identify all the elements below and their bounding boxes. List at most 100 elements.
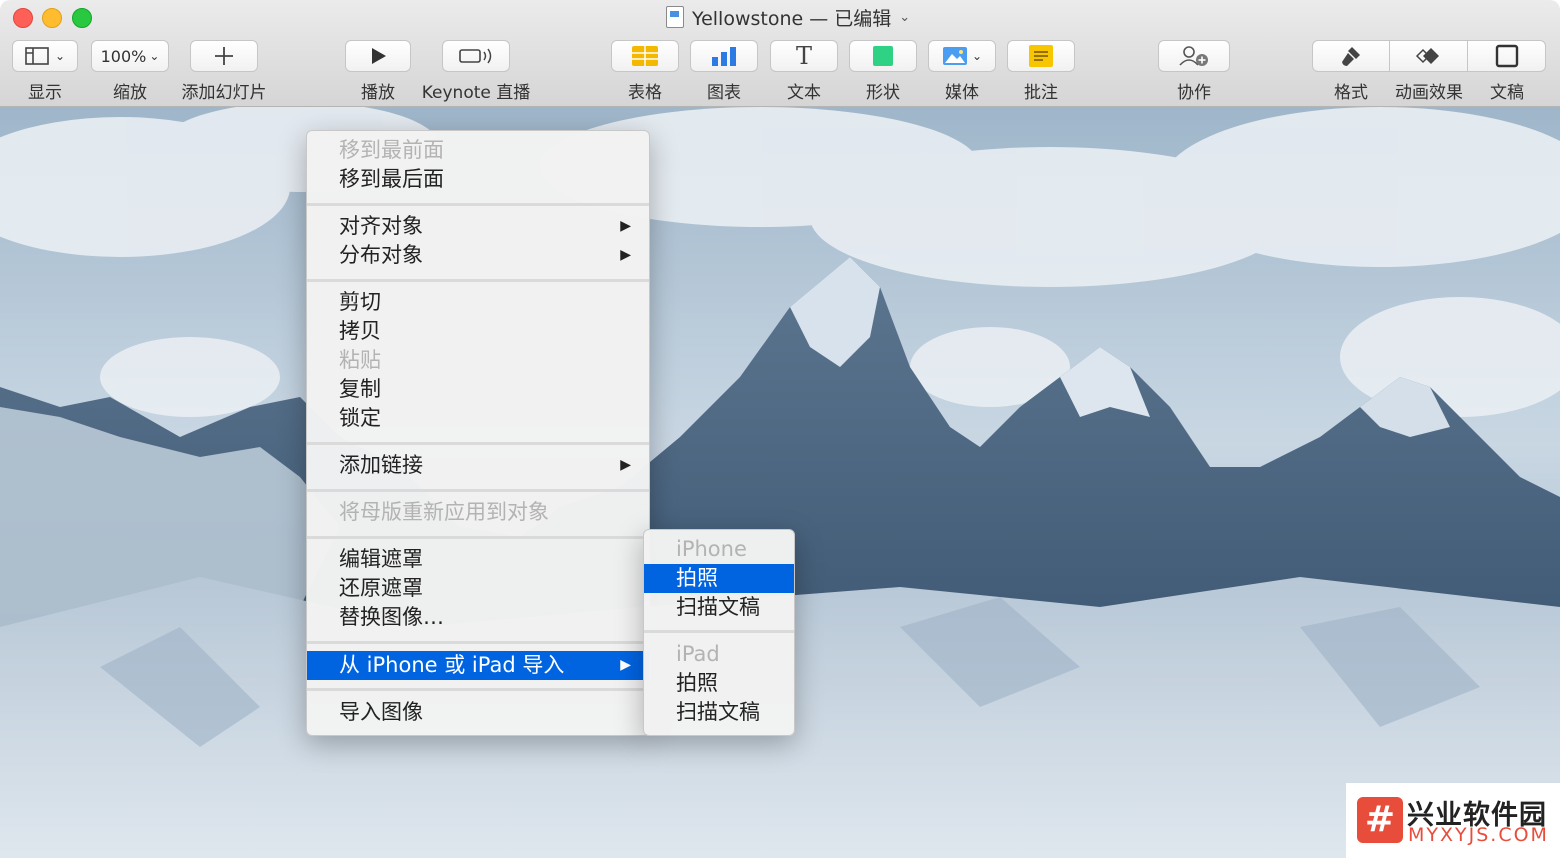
media-label: 媒体 — [945, 83, 979, 103]
menu-separator — [307, 688, 649, 691]
keynote-live-tool[interactable]: Keynote 直播 — [422, 40, 530, 103]
play-tool[interactable]: 播放 — [345, 40, 411, 103]
media-tool[interactable]: ⌄ 媒体 — [928, 40, 996, 103]
document-tool[interactable]: 文稿 — [1468, 40, 1546, 103]
comment-button[interactable] — [1007, 40, 1075, 72]
shape-button[interactable] — [849, 40, 917, 72]
menu-item-import-from-iphone-ipad[interactable]: 从 iPhone 或 iPad 导入 ▶ — [307, 651, 649, 680]
menu-item-add-link[interactable]: 添加链接 ▶ — [307, 451, 649, 480]
menu-separator — [644, 630, 794, 633]
menu-item-cut[interactable]: 剪切 — [307, 288, 649, 317]
submenu-arrow-icon: ▶ — [620, 457, 631, 473]
menu-item-copy[interactable]: 拷贝 — [307, 317, 649, 346]
menu-item-distribute-objects[interactable]: 分布对象 ▶ — [307, 241, 649, 270]
text-t-icon: T — [795, 42, 812, 70]
text-button[interactable]: T — [770, 40, 838, 72]
menu-item-duplicate[interactable]: 复制 — [307, 375, 649, 404]
keynote-window: Yellowstone — 已编辑 ⌄ ⌄ 显示 100% ⌄ 缩放 添加幻灯片 — [0, 0, 1560, 858]
zoom-tool[interactable]: 100% ⌄ 缩放 — [91, 40, 169, 103]
text-label: 文本 — [787, 83, 821, 103]
photo-icon — [942, 47, 967, 65]
document-button[interactable] — [1468, 40, 1546, 72]
media-button[interactable]: ⌄ — [928, 40, 996, 72]
menu-item-replace-image[interactable]: 替换图像… — [307, 603, 649, 632]
play-button[interactable] — [345, 40, 411, 72]
chevron-down-icon: ⌄ — [54, 49, 66, 63]
collaborate-tool[interactable]: 协作 — [1158, 40, 1230, 103]
plus-icon — [215, 47, 233, 65]
bar-chart-icon — [712, 47, 736, 66]
table-icon — [632, 46, 658, 66]
text-tool[interactable]: T 文本 — [770, 40, 838, 103]
close-window-button[interactable] — [13, 8, 33, 28]
format-button[interactable] — [1312, 40, 1390, 72]
submenu-item-ipad-scan-documents[interactable]: 扫描文稿 — [644, 698, 794, 727]
window-title-text: Yellowstone — 已编辑 — [692, 7, 892, 30]
chart-tool[interactable]: 图表 — [690, 40, 758, 103]
keynote-live-button[interactable] — [442, 40, 510, 72]
menu-item-paste: 粘贴 — [339, 348, 381, 372]
menu-item-lock[interactable]: 锁定 — [307, 404, 649, 433]
view-tool[interactable]: ⌄ 显示 — [12, 40, 78, 103]
submenu-arrow-icon: ▶ — [620, 218, 631, 234]
submenu-item-ipad-take-photo[interactable]: 拍照 — [644, 669, 794, 698]
watermark: # 兴业软件园 MYXYJS.COM — [1346, 783, 1560, 858]
window-title[interactable]: Yellowstone — 已编辑 ⌄ — [666, 5, 911, 30]
animate-tool[interactable]: 动画效果 — [1390, 40, 1468, 103]
submenu-item-iphone-scan-documents[interactable]: 扫描文稿 — [644, 593, 794, 622]
menu-separator — [307, 279, 649, 282]
add-slide-button[interactable] — [190, 40, 258, 72]
menu-item-import-image[interactable]: 导入图像 — [307, 698, 649, 727]
submenu-arrow-icon: ▶ — [620, 247, 631, 263]
submenu-arrow-icon: ▶ — [620, 657, 631, 673]
format-label: 格式 — [1334, 83, 1368, 103]
minimize-window-button[interactable] — [42, 8, 62, 28]
collaborate-button[interactable] — [1158, 40, 1230, 72]
paintbrush-icon — [1342, 47, 1360, 66]
view-button[interactable]: ⌄ — [12, 40, 78, 72]
menu-item-bring-to-front: 移到最前面 — [339, 138, 444, 162]
add-slide-tool[interactable]: 添加幻灯片 — [182, 40, 267, 103]
table-label: 表格 — [628, 83, 662, 103]
chevron-down-icon: ⌄ — [971, 49, 983, 63]
shape-square-icon — [873, 46, 893, 66]
chart-label: 图表 — [707, 83, 741, 103]
format-tool[interactable]: 格式 — [1312, 40, 1390, 103]
watermark-en-text: MYXYJS.COM — [1408, 824, 1549, 846]
chart-button[interactable] — [690, 40, 758, 72]
animate-diamond-icon — [1415, 48, 1439, 64]
submenu-header-ipad: iPad — [676, 642, 720, 666]
menu-item-send-to-back[interactable]: 移到最后面 — [307, 165, 649, 194]
context-menu: 移到最前面 移到最后面 对齐对象 ▶ 分布对象 ▶ 剪切 拷贝 粘贴 复制 锁定 添… — [306, 130, 650, 736]
import-device-submenu: iPhone 拍照 扫描文稿 iPad 拍照 扫描文稿 — [643, 529, 795, 736]
menu-item-align-objects[interactable]: 对齐对象 ▶ — [307, 212, 649, 241]
play-label: 播放 — [361, 83, 395, 103]
document-panel-icon — [1495, 44, 1518, 68]
table-tool[interactable]: 表格 — [611, 40, 679, 103]
mountain-photo — [0, 107, 1560, 858]
sidebar-layout-icon — [25, 47, 49, 65]
slide-image-mountains[interactable] — [0, 107, 1560, 858]
animate-button[interactable] — [1390, 40, 1468, 72]
shape-label: 形状 — [866, 83, 900, 103]
menu-item-reset-mask[interactable]: 还原遮罩 — [307, 574, 649, 603]
comment-label: 批注 — [1024, 83, 1058, 103]
collaborate-label: 协作 — [1177, 83, 1211, 103]
zoom-window-button[interactable] — [72, 8, 92, 28]
shape-tool[interactable]: 形状 — [849, 40, 917, 103]
menu-separator — [307, 442, 649, 445]
zoom-value: 100% — [100, 46, 147, 66]
menu-item-edit-mask[interactable]: 编辑遮罩 — [307, 545, 649, 574]
zoom-select[interactable]: 100% ⌄ — [91, 40, 169, 72]
table-button[interactable] — [611, 40, 679, 72]
comment-tool[interactable]: 批注 — [1007, 40, 1075, 103]
chevron-down-icon: ⌄ — [149, 49, 160, 63]
menu-separator — [307, 641, 649, 644]
comment-note-icon — [1029, 45, 1053, 67]
add-slide-label: 添加幻灯片 — [181, 83, 267, 103]
zoom-label: 缩放 — [113, 83, 147, 103]
submenu-item-iphone-take-photo[interactable]: 拍照 — [644, 564, 794, 593]
keynote-live-label: Keynote 直播 — [421, 83, 531, 103]
chevron-down-icon: ⌄ — [899, 9, 911, 25]
keynote-document-icon — [666, 6, 684, 28]
